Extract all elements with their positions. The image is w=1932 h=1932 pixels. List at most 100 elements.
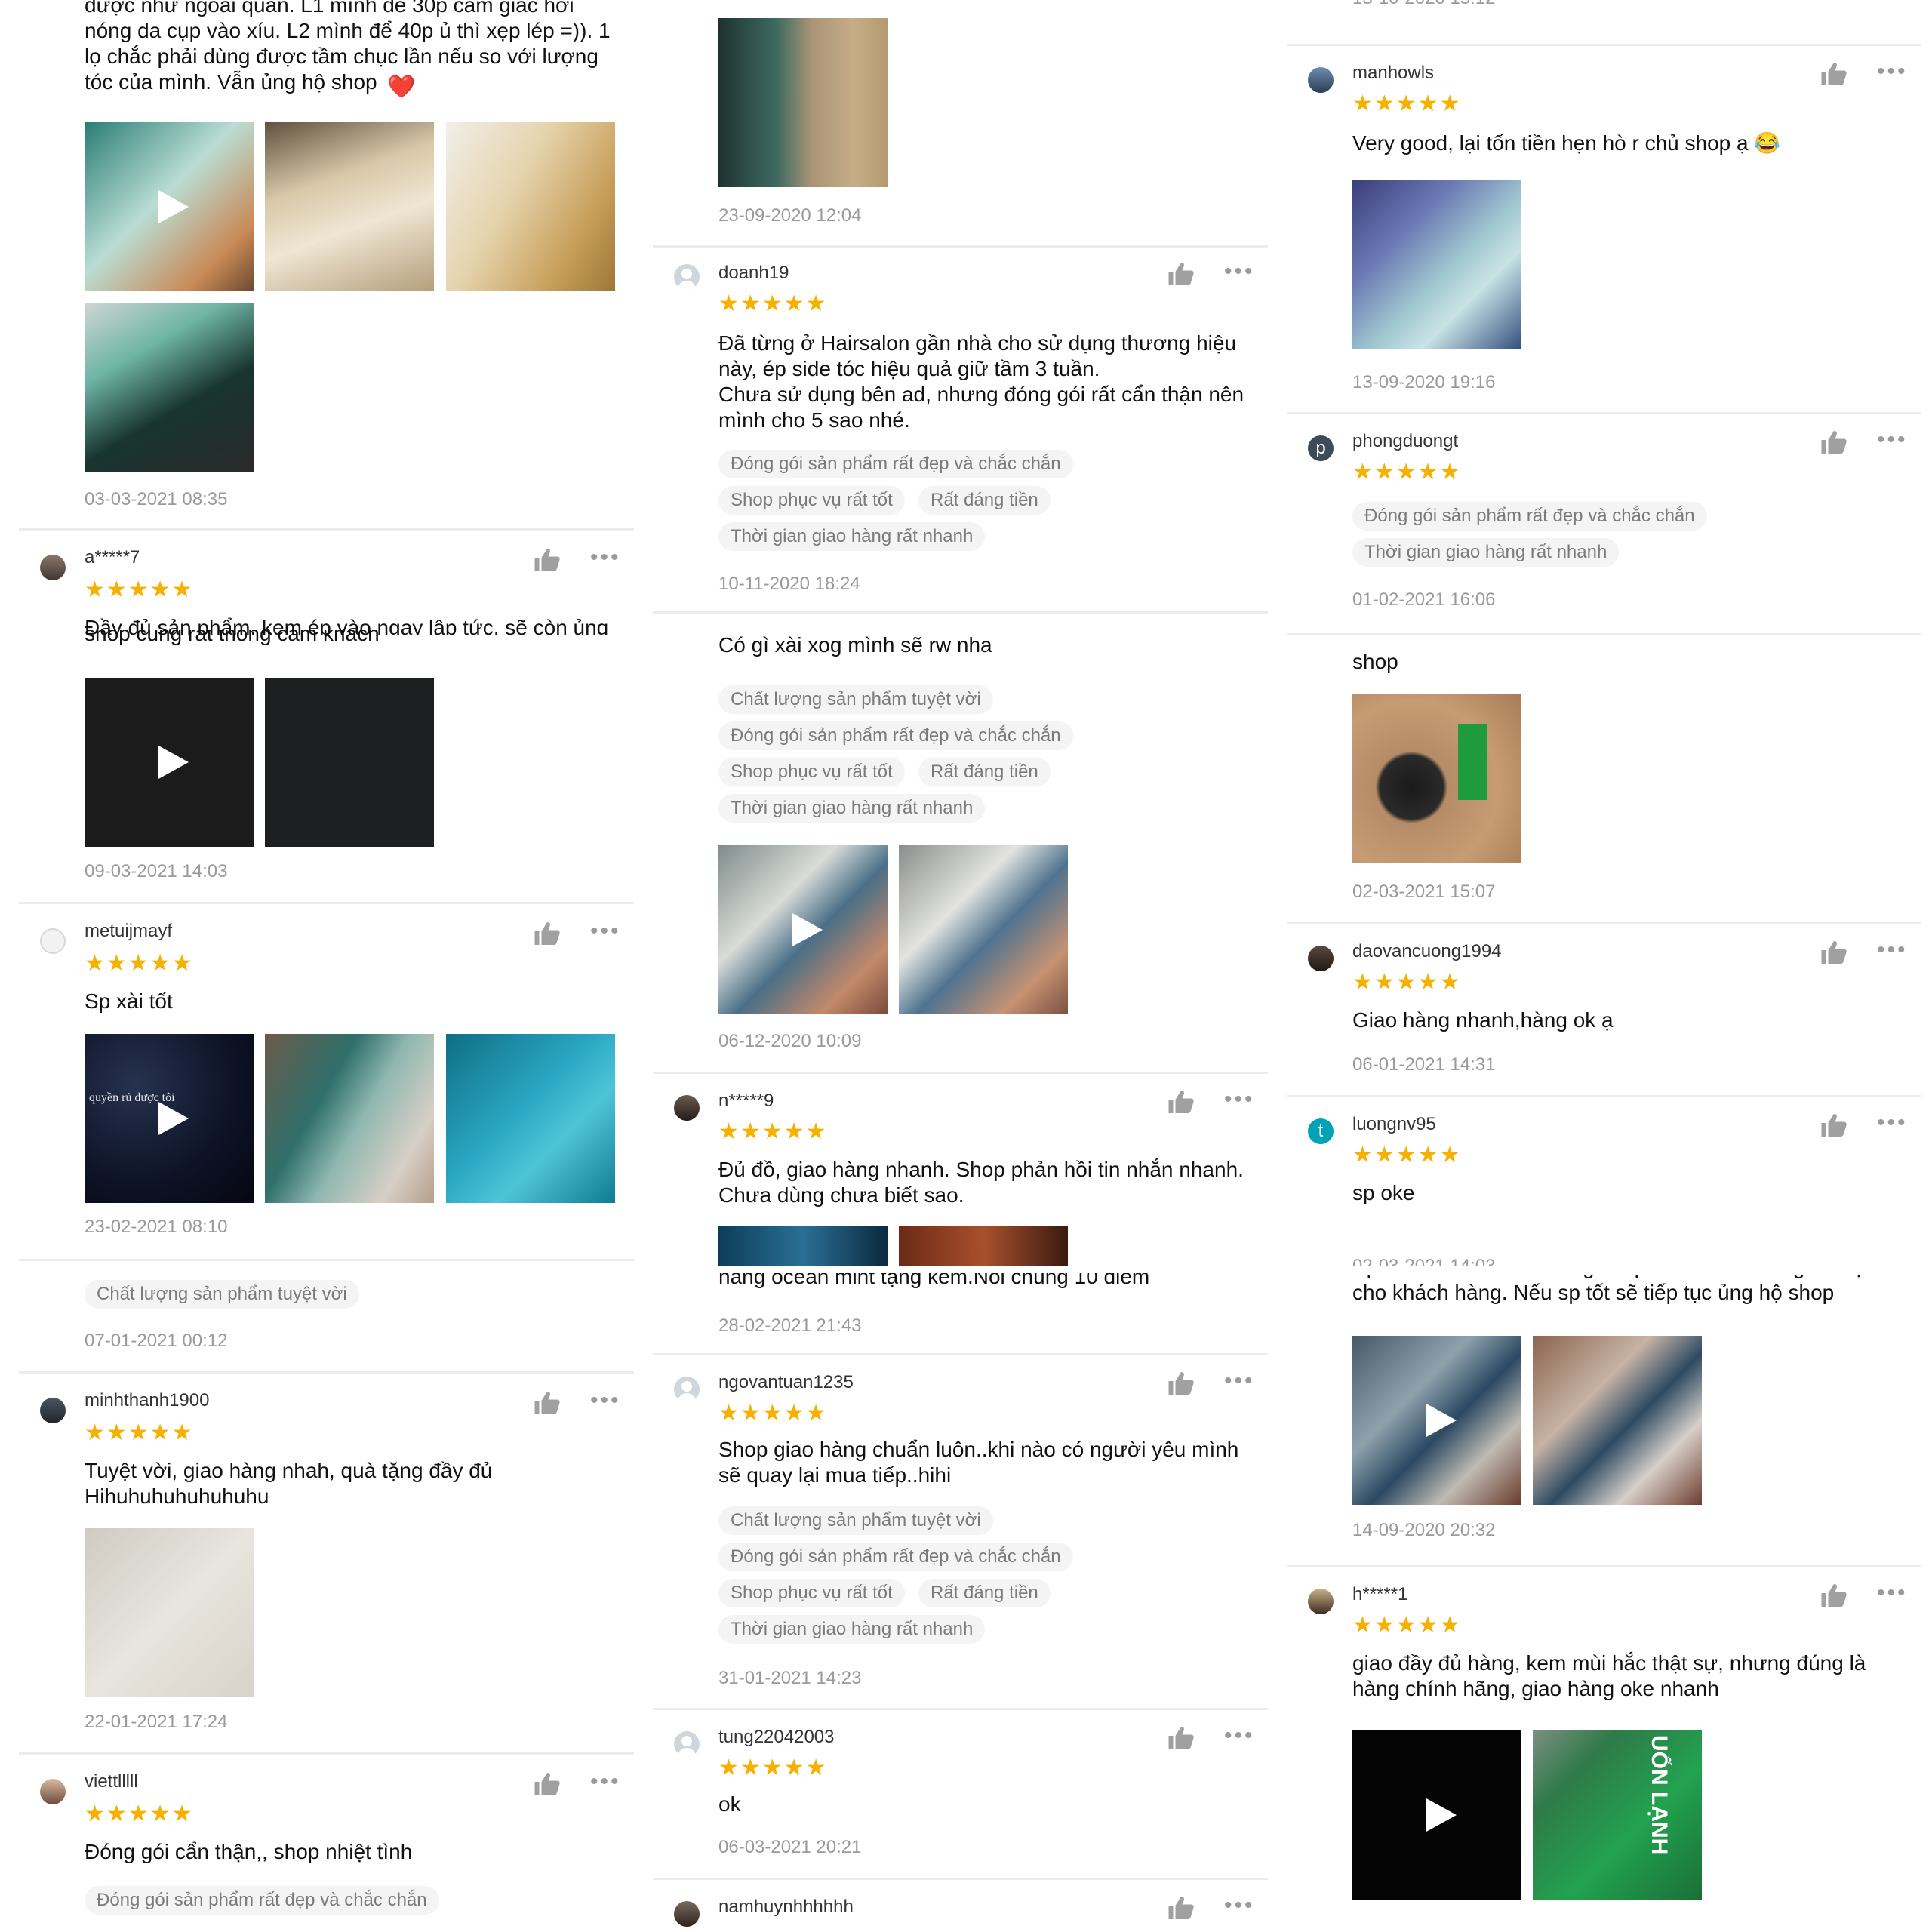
username: a*****7: [85, 547, 140, 568]
review-item: namhuynhhhhhh •••: [653, 1880, 1268, 1932]
star-rating: ★★★★★: [718, 291, 828, 316]
review-video[interactable]: [718, 845, 888, 1014]
review-video[interactable]: quyền rủ được tôi: [85, 1034, 254, 1203]
heart-emoji: ❤️: [387, 75, 416, 100]
avatar: p: [1308, 435, 1334, 461]
like-icon[interactable]: [534, 549, 561, 571]
review-video[interactable]: [1352, 1336, 1521, 1505]
review-date: 03-03-2021 08:35: [85, 489, 228, 509]
more-options-icon[interactable]: •••: [1224, 1088, 1255, 1111]
like-icon[interactable]: [1820, 1114, 1847, 1137]
like-icon[interactable]: [534, 922, 561, 945]
star-rating: ★★★★★: [1352, 91, 1462, 116]
review-tag: Đóng gói sản phẩm rất đẹp và chắc chắn: [718, 1543, 1073, 1571]
avatar: [1308, 67, 1334, 93]
star-rating: ★★★★★: [718, 1755, 828, 1780]
star-rating: ★★★★★: [1352, 970, 1462, 995]
more-options-icon[interactable]: •••: [1224, 1724, 1255, 1747]
like-icon[interactable]: [1820, 941, 1847, 964]
review-item: n*****9 ••• ★★★★★ Đủ đồ, giao hàng nhanh…: [653, 1074, 1268, 1353]
review-item: Chất lượng sản phẩm tuyệt vời 07-01-2021…: [19, 1261, 634, 1369]
like-icon[interactable]: [1168, 1372, 1195, 1395]
avatar: [674, 1901, 700, 1927]
review-tag: Thời gian giao hàng rất nhanh: [718, 1615, 986, 1644]
review-date: 02-03-2021 14:03: [1352, 1259, 1496, 1266]
play-icon: [1426, 1798, 1457, 1832]
play-icon: [158, 746, 189, 779]
review-video[interactable]: [1352, 1730, 1521, 1900]
review-tag: Chất lượng sản phẩm tuyệt vời: [718, 685, 993, 714]
review-date: 06-12-2020 10:09: [718, 1031, 862, 1051]
like-icon[interactable]: [1820, 63, 1847, 85]
review-text: Giao hàng nhanh,hàng ok ạ: [1352, 1008, 1614, 1032]
more-options-icon[interactable]: •••: [1877, 429, 1908, 451]
like-icon[interactable]: [1168, 263, 1195, 285]
avatar: [674, 1095, 700, 1121]
star-rating: ★★★★★: [718, 1401, 828, 1426]
review-image[interactable]: [718, 18, 888, 187]
avatar: [674, 1731, 700, 1757]
laugh-emoji: 😂: [1754, 131, 1781, 155]
like-icon[interactable]: [534, 1773, 561, 1795]
username: phongduongt: [1352, 431, 1459, 451]
review-date: 13-09-2020 19:16: [1352, 372, 1496, 392]
review-image[interactable]: [265, 122, 434, 291]
review-text: Sp xài tốt: [85, 989, 173, 1013]
review-column-2: 23-09-2020 12:04 doanh19 ••• ★★★★★ Đã từ…: [653, 0, 1268, 1932]
more-options-icon[interactable]: •••: [1877, 939, 1908, 961]
username: luongnv95: [1352, 1114, 1436, 1134]
star-rating: ★★★★★: [1352, 1613, 1462, 1638]
review-video[interactable]: [265, 678, 434, 847]
review-image[interactable]: UỐN LẠNH: [1533, 1730, 1702, 1900]
review-text: Đóng gói cẩn thận,, shop nhiệt tình: [85, 1840, 413, 1863]
review-date: 13-10-2020 15:12: [1352, 0, 1496, 9]
review-item: Sp 1 chút thiếu xót nhưng shop rất nhanh…: [1287, 1275, 1921, 1559]
more-options-icon[interactable]: •••: [1877, 1112, 1908, 1134]
review-item: tung22042003 ••• ★★★★★ ok 06-03-2021 20:…: [653, 1710, 1268, 1878]
more-options-icon[interactable]: •••: [590, 546, 621, 569]
review-image[interactable]: [1352, 694, 1521, 863]
review-video[interactable]: [85, 122, 254, 291]
review-date: 09-03-2021 14:03: [85, 861, 228, 881]
like-icon[interactable]: [1820, 1584, 1847, 1607]
more-options-icon[interactable]: •••: [1224, 1370, 1255, 1392]
review-image[interactable]: [1533, 1336, 1702, 1505]
review-tag: Thời gian giao hàng rất nhanh: [1352, 538, 1620, 567]
more-options-icon[interactable]: •••: [1224, 1894, 1255, 1917]
review-image[interactable]: [446, 122, 615, 291]
like-icon[interactable]: [1168, 1091, 1195, 1113]
username: h*****1: [1352, 1584, 1408, 1604]
review-image[interactable]: [85, 1528, 254, 1697]
like-icon[interactable]: [1168, 1727, 1195, 1749]
review-image[interactable]: [85, 303, 254, 472]
review-date: 28-02-2021 21:43: [718, 1315, 862, 1336]
like-icon[interactable]: [534, 1392, 561, 1414]
review-image[interactable]: [446, 1034, 615, 1203]
review-text-body: Very good, lại tốn tiền hẹn hò r chủ sho…: [1352, 131, 1749, 155]
more-options-icon[interactable]: •••: [590, 920, 621, 943]
more-options-icon[interactable]: •••: [1877, 60, 1908, 83]
review-image[interactable]: [899, 845, 1068, 1014]
star-rating: ★★★★★: [85, 951, 194, 976]
review-column-3: 13-10-2020 15:12 manhowls ••• ★★★★★ Very…: [1287, 0, 1921, 1932]
more-options-icon[interactable]: •••: [590, 1389, 621, 1412]
like-icon[interactable]: [1820, 431, 1847, 454]
review-text: Very good, lại tốn tiền hẹn hò r chủ sho…: [1352, 131, 1911, 156]
more-options-icon[interactable]: •••: [1224, 260, 1255, 283]
play-icon: [158, 1102, 189, 1135]
review-video[interactable]: [85, 678, 254, 847]
review-image[interactable]: [265, 1034, 434, 1203]
like-icon[interactable]: [1168, 1897, 1195, 1919]
review-text: giao đầy đủ hàng, kem mùi hắc thật sự, n…: [1352, 1651, 1866, 1700]
review-item: a*****7 ••• ★★★★★ Đầy đủ sản phẩm, kem é…: [19, 531, 634, 900]
review-text: shop: [1352, 650, 1398, 673]
review-image[interactable]: [718, 1226, 888, 1266]
more-options-icon[interactable]: •••: [590, 1770, 621, 1793]
more-options-icon[interactable]: •••: [1877, 1582, 1908, 1604]
review-item: shop 02-03-2021 15:07: [1287, 635, 1921, 922]
review-column-1: được như ngoài quán. L1 mình để 30p cảm …: [19, 0, 634, 1932]
review-item: manhowls ••• ★★★★★ Very good, lại tốn ti…: [1287, 46, 1921, 412]
review-image[interactable]: [1352, 180, 1521, 349]
review-image[interactable]: [899, 1226, 1068, 1266]
review-item: p phongduongt ••• ★★★★★ Đóng gói sản phẩ…: [1287, 414, 1921, 633]
